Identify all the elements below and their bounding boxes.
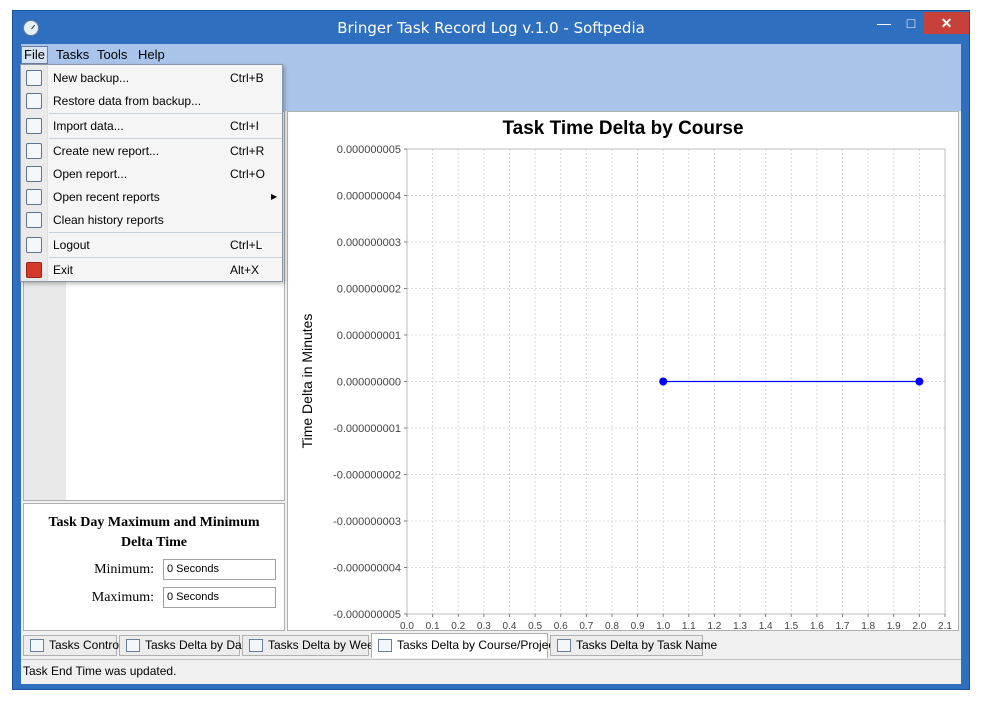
power-icon [26, 262, 42, 278]
tab-label: Tasks Delta by Week [268, 638, 380, 652]
week-calendar-icon [249, 639, 263, 652]
delta-stats-panel: Task Day Maximum and Minimum Delta Time … [23, 503, 285, 631]
menu-tasks[interactable]: Tasks [54, 46, 91, 64]
menu-separator [49, 257, 282, 258]
x-tick-label: 0.1 [426, 621, 440, 630]
stats-title-line2: Delta Time [121, 535, 187, 550]
menu-item-create-report[interactable]: Create new report... Ctrl+R [21, 140, 282, 162]
clean-history-icon [26, 212, 42, 228]
menu-help[interactable]: Help [136, 46, 167, 64]
x-tick-label: 1.9 [887, 621, 901, 630]
menu-item-new-backup[interactable]: New backup... Ctrl+B [21, 67, 282, 89]
x-tick-label: 1.2 [707, 621, 721, 630]
submenu-arrow-icon: ▶ [271, 192, 278, 201]
delta-chart: Task Time Delta by Course Time Delta in … [299, 118, 952, 630]
x-tick-label: 2.0 [912, 621, 926, 630]
x-tick-label: 1.7 [836, 621, 850, 630]
y-tick-label: -0.000000002 [333, 470, 401, 482]
file-menu-dropdown: New backup... Ctrl+B Restore data from b… [20, 64, 283, 282]
chart-panel: Task Time Delta by Course Time Delta in … [287, 111, 959, 631]
menu-item-restore[interactable]: Restore data from backup... [21, 90, 282, 112]
y-tick-label: 0.000000000 [337, 377, 401, 389]
calendar-icon [30, 639, 44, 652]
data-point [659, 377, 668, 386]
backup-icon [26, 70, 42, 86]
day-calendar-icon [126, 639, 140, 652]
x-tick-label: 1.5 [784, 621, 798, 630]
x-tick-label: 0.8 [605, 621, 619, 630]
x-tick-label: 0.9 [631, 621, 645, 630]
task-list-icon [557, 639, 571, 652]
close-button[interactable]: ✕ [924, 12, 969, 34]
tab-tasks-delta-by-day[interactable]: Tasks Delta by Day [119, 635, 248, 656]
grid-icon [378, 639, 392, 652]
menu-separator [49, 138, 282, 139]
tab-label: Tasks Delta by Day [145, 638, 248, 652]
x-tick-label: 1.0 [656, 621, 670, 630]
menu-item-import[interactable]: Import data... Ctrl+I [21, 115, 282, 137]
menu-separator [49, 113, 282, 114]
tab-tasks-delta-by-week[interactable]: Tasks Delta by Week [242, 635, 380, 656]
stats-title-line1: Task Day Maximum and Minimum [48, 515, 260, 530]
y-tick-label: -0.000000004 [333, 563, 401, 575]
menu-item-open-report[interactable]: Open report... Ctrl+O [21, 163, 282, 185]
y-tick-label: 0.000000001 [337, 330, 401, 342]
restore-icon [26, 93, 42, 109]
tab-label: Tasks Delta by Task Name [576, 638, 718, 652]
x-tick-label: 2.1 [938, 621, 952, 630]
logout-icon [26, 237, 42, 253]
x-tick-label: 0.7 [579, 621, 593, 630]
y-tick-label: 0.000000003 [337, 237, 401, 249]
open-report-icon [26, 166, 42, 182]
y-tick-label: -0.000000003 [333, 516, 401, 528]
x-tick-label: 1.8 [861, 621, 875, 630]
x-tick-label: 0.4 [503, 621, 517, 630]
view-tabs: Tasks Control Tasks Delta by Day Tasks D… [21, 633, 961, 658]
menu-tools[interactable]: Tools [95, 46, 129, 64]
x-tick-label: 1.1 [682, 621, 696, 630]
menu-item-clean-history[interactable]: Clean history reports [21, 209, 282, 231]
x-tick-label: 0.2 [451, 621, 465, 630]
y-tick-label: 0.000000002 [337, 284, 401, 296]
x-tick-label: 0.3 [477, 621, 491, 630]
y-axis-label: Time Delta in Minutes [299, 314, 315, 449]
tab-tasks-delta-by-task-name[interactable]: Tasks Delta by Task Name [550, 635, 717, 656]
menu-item-logout[interactable]: Logout Ctrl+L [21, 234, 282, 256]
tab-tasks-delta-by-course[interactable]: Tasks Delta by Course/Project [371, 633, 558, 658]
y-tick-label: 0.000000005 [337, 144, 401, 156]
x-tick-label: 0.6 [554, 621, 568, 630]
maximum-label: Maximum: [91, 590, 154, 605]
tab-tasks-control[interactable]: Tasks Control [23, 635, 122, 656]
window-title: Bringer Task Record Log v.1.0 - Softpedi… [337, 19, 645, 37]
maximize-button[interactable]: □ [898, 12, 924, 34]
x-tick-label: 0.0 [400, 621, 414, 630]
new-report-icon [26, 143, 42, 159]
menu-item-recent-reports[interactable]: Open recent reports ▶ [21, 186, 282, 208]
tab-label: Tasks Delta by Course/Project [397, 638, 558, 652]
menu-bar: File Tasks Tools Help [21, 44, 961, 66]
import-icon [26, 118, 42, 134]
x-tick-label: 0.5 [528, 621, 542, 630]
recent-reports-icon [26, 189, 42, 205]
minimum-label: Minimum: [94, 562, 154, 577]
menu-item-exit[interactable]: Exit Alt+X [21, 259, 282, 281]
y-tick-label: -0.000000005 [333, 609, 401, 621]
data-point [915, 377, 924, 386]
x-tick-label: 1.6 [810, 621, 824, 630]
x-tick-label: 1.3 [733, 621, 747, 630]
minimize-button[interactable]: — [870, 12, 898, 34]
title-bar[interactable]: Bringer Task Record Log v.1.0 - Softpedi… [13, 11, 969, 44]
chart-title: Task Time Delta by Course [502, 118, 743, 139]
y-tick-label: -0.000000001 [333, 423, 401, 435]
y-tick-label: 0.000000004 [337, 191, 401, 203]
tab-label: Tasks Control [49, 638, 122, 652]
status-bar: Task End Time was updated. [21, 659, 961, 681]
x-tick-label: 1.4 [759, 621, 773, 630]
menu-separator [49, 232, 282, 233]
maximum-field[interactable]: 0 Seconds [163, 587, 276, 608]
minimum-field[interactable]: 0 Seconds [163, 559, 276, 580]
menu-file[interactable]: File [21, 46, 48, 64]
